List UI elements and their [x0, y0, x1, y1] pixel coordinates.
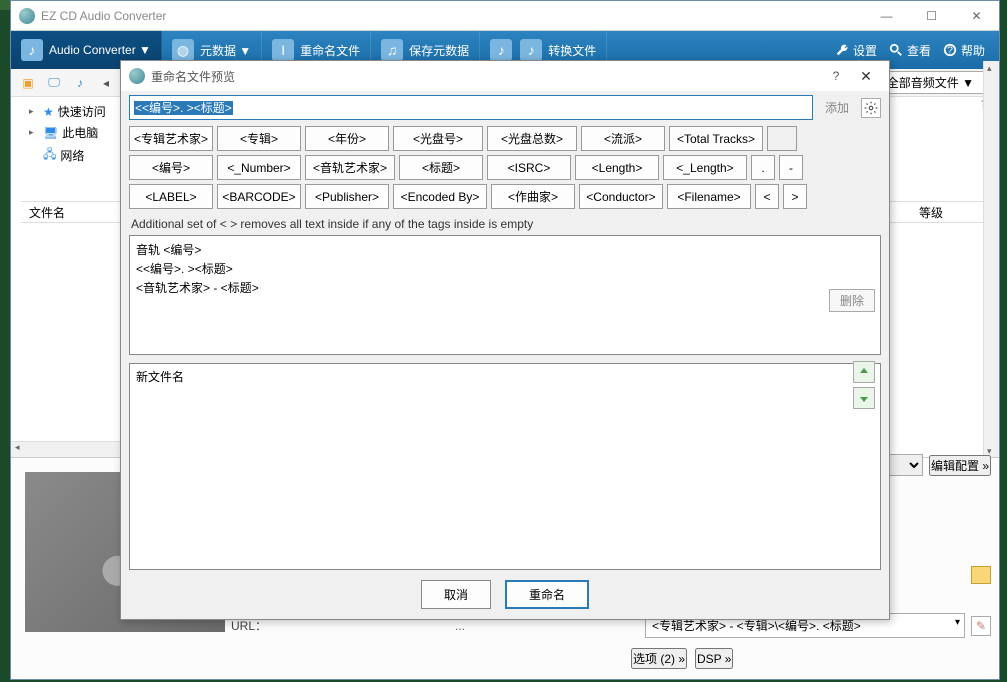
tag-button[interactable]: <编号> [129, 155, 213, 180]
pattern-input[interactable]: <<编号>. ><标题> [129, 95, 813, 120]
tag-button[interactable]: . [751, 155, 775, 180]
convert-icon-2: ♪ [520, 39, 542, 61]
tag-button[interactable]: <LABEL> [129, 184, 213, 209]
dsp-button[interactable]: DSP » [695, 648, 733, 669]
tag-button[interactable]: <_Length> [663, 155, 747, 180]
dialog-close-button[interactable]: ✕ [851, 68, 881, 85]
tag-button[interactable]: <光盘号> [393, 126, 483, 151]
help-button[interactable]: ?帮助 [943, 42, 985, 59]
settings-gear-button[interactable] [861, 98, 881, 118]
hint-text: Additional set of < > removes all text i… [121, 215, 889, 235]
tag-button[interactable]: <ISRC> [487, 155, 571, 180]
dialog-help-button[interactable]: ? [821, 69, 851, 83]
templates-listbox[interactable]: 音轨 <编号><<编号>. ><标题><音轨艺术家> - <标题> [129, 235, 881, 355]
blank-tag [767, 126, 797, 151]
tag-button[interactable]: <流派> [581, 126, 665, 151]
tag-button[interactable]: <Total Tracks> [669, 126, 763, 151]
add-pattern-button[interactable]: 添加 [819, 97, 855, 118]
tag-button[interactable]: <作曲家> [491, 184, 575, 209]
tag-button[interactable]: <标题> [399, 155, 483, 180]
tag-button[interactable]: < [755, 184, 779, 209]
dialog-icon [129, 68, 145, 84]
grade-column-header[interactable]: 等级 [919, 204, 983, 221]
arrow-up-icon [859, 367, 869, 377]
options-button[interactable]: 选项 (2) » [631, 648, 687, 669]
template-item[interactable]: 音轨 <编号> [136, 240, 874, 259]
wrench-icon [835, 43, 849, 57]
tag-button[interactable]: <Length> [575, 155, 659, 180]
convert-icon: ♪ [490, 39, 512, 61]
settings-button[interactable]: 设置 [835, 42, 877, 59]
music-note-icon: ♪ [21, 39, 43, 61]
tag-button[interactable]: <专辑> [217, 126, 301, 151]
globe-icon: ◍ [172, 39, 194, 61]
arrow-down-icon [859, 393, 869, 403]
rename-icon: I [272, 39, 294, 61]
list-vscroll[interactable] [983, 61, 999, 459]
filename-column-header[interactable]: 文件名 [21, 204, 73, 221]
star-icon: ★ [43, 105, 54, 119]
music-icon[interactable]: ♪ [69, 72, 91, 94]
tag-button[interactable]: <专辑艺术家> [129, 126, 213, 151]
svg-text:?: ? [947, 45, 953, 57]
move-down-button[interactable] [853, 387, 875, 409]
tag-button[interactable]: <Filename> [667, 184, 751, 209]
back-icon[interactable]: ◂ [95, 72, 117, 94]
file-filter-combo[interactable]: 全部音频文件 ▼ [880, 71, 993, 94]
tag-button[interactable]: <Publisher> [305, 184, 389, 209]
cancel-button[interactable]: 取消 [421, 580, 491, 609]
delete-template-button[interactable]: 删除 [829, 289, 875, 312]
close-button[interactable]: ✕ [954, 1, 999, 30]
folder-tree-icon[interactable]: ▣ [17, 72, 39, 94]
rename-files-label: 重命名文件 [300, 42, 360, 59]
preview-header: 新文件名 [136, 368, 874, 385]
convert-files-label: 转换文件 [548, 42, 596, 59]
tag-button[interactable]: <音轨艺术家> [305, 155, 395, 180]
minimize-button[interactable]: — [864, 1, 909, 30]
app-icon [19, 8, 35, 24]
tag-button[interactable]: <年份> [305, 126, 389, 151]
tag-button[interactable]: <BARCODE> [217, 184, 301, 209]
tag-button[interactable]: <Conductor> [579, 184, 663, 209]
help-icon: ? [943, 43, 957, 57]
app-title: EZ CD Audio Converter [41, 9, 864, 23]
preview-listbox: 新文件名 [129, 363, 881, 570]
titlebar: EZ CD Audio Converter — ☐ ✕ [11, 1, 999, 31]
tag-button[interactable]: <Encoded By> [393, 184, 487, 209]
search-icon [889, 43, 903, 57]
rename-button[interactable]: 重命名 [505, 580, 589, 609]
rename-preview-dialog: 重命名文件预览 ? ✕ <<编号>. ><标题> 添加 <专辑艺术家><专辑><… [120, 60, 890, 620]
edit-config-button[interactable]: 编辑配置 » [929, 455, 991, 476]
audio-converter-label: Audio Converter ▼ [49, 43, 151, 57]
template-item[interactable]: <<编号>. ><标题> [136, 259, 874, 278]
save-icon: ♫ [381, 39, 403, 61]
template-item[interactable]: <音轨艺术家> - <标题> [136, 278, 874, 297]
tag-button[interactable]: - [779, 155, 803, 180]
tag-button[interactable]: <光盘总数> [487, 126, 577, 151]
view-button[interactable]: 查看 [889, 42, 931, 59]
pattern-edit-icon[interactable]: ✎ [971, 616, 991, 636]
url-value: ... [455, 619, 465, 633]
dialog-title: 重命名文件预览 [151, 68, 821, 85]
tag-buttons-area: <专辑艺术家><专辑><年份><光盘号><光盘总数><流派><Total Tra… [121, 124, 889, 215]
maximize-button[interactable]: ☐ [909, 1, 954, 30]
monitor-icon[interactable]: 🖵 [43, 72, 65, 94]
save-metadata-label: 保存元数据 [409, 42, 469, 59]
metadata-label: 元数据 ▼ [200, 42, 251, 59]
network-icon: 🖧 [43, 145, 56, 166]
pc-icon: 🖥 [43, 126, 58, 140]
dialog-titlebar: 重命名文件预览 ? ✕ [121, 61, 889, 91]
output-folder-icon[interactable] [971, 566, 991, 584]
tag-button[interactable]: <_Number> [217, 155, 301, 180]
gear-icon [864, 101, 878, 115]
tag-button[interactable]: > [783, 184, 807, 209]
move-up-button[interactable] [853, 361, 875, 383]
